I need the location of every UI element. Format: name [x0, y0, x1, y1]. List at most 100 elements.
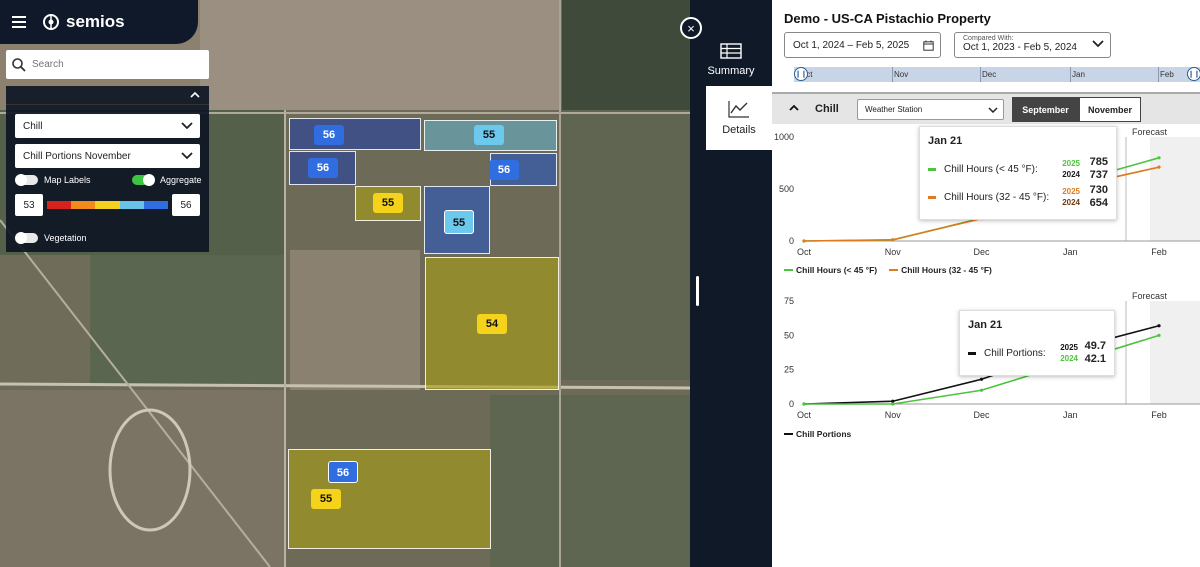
compare-label: Compared With:	[963, 35, 1014, 42]
legend-range: 53 56	[15, 193, 200, 217]
side-nav: × Summary Details	[680, 0, 772, 567]
sub-metric-select[interactable]: Chill Portions November	[15, 144, 200, 168]
tab-details[interactable]: Details	[706, 86, 772, 150]
tooltip-value: 49.7	[1084, 340, 1106, 352]
brand-logo[interactable]: semios	[42, 12, 125, 32]
aggregate-toggle[interactable]	[132, 174, 155, 186]
field-label[interactable]: 54	[477, 314, 507, 334]
timeline-scrubber[interactable]: Oct Nov Dec Jan Feb ❙❙ ❙❙	[794, 67, 1200, 82]
timeline-start-handle[interactable]: ❙❙	[794, 67, 808, 81]
chill-section-header: Chill Weather Station September November	[772, 92, 1200, 124]
legend-item[interactable]: Chill Portions	[784, 429, 851, 439]
field-label[interactable]: 56	[489, 160, 519, 180]
chevron-up-icon[interactable]	[189, 90, 201, 100]
legend-item[interactable]: Chill Hours (32 - 45 °F)	[889, 265, 992, 275]
timeline-tick	[980, 67, 981, 82]
range-min[interactable]: 53	[15, 194, 43, 216]
date-range-value: Oct 1, 2024 – Feb 5, 2025	[793, 39, 910, 51]
tooltip-date: Jan 21	[968, 319, 1003, 331]
field-label[interactable]: 55	[311, 489, 341, 509]
x-tick-label: Nov	[885, 247, 902, 256]
station-select-value: Weather Station	[865, 105, 923, 114]
series-swatch	[968, 351, 976, 355]
y-tick-label: 0	[789, 236, 794, 246]
scale-segment	[47, 201, 72, 209]
tooltip-year: 2024	[1060, 354, 1078, 363]
field-label[interactable]: 55	[444, 210, 474, 234]
tooltip-label: Chill Hours (< 45 °F):	[944, 163, 1038, 175]
field-label[interactable]: 56	[308, 158, 338, 178]
timeline-end-handle[interactable]: ❙❙	[1187, 67, 1200, 81]
data-point	[1157, 156, 1161, 160]
legend-item[interactable]: Chill Hours (< 45 °F)	[784, 265, 877, 275]
semios-logo-icon	[43, 14, 59, 30]
x-tick-label: Oct	[797, 410, 812, 420]
table-icon	[720, 43, 742, 59]
chill-hours-tooltip: Jan 21 Chill Hours (< 45 °F): 2025 2024 …	[919, 126, 1117, 220]
data-point	[891, 238, 895, 242]
x-tick-label: Oct	[797, 247, 812, 256]
property-title: Demo - US-CA Pistachio Property	[784, 11, 991, 26]
data-point	[891, 402, 895, 406]
chill-portions-chart: Forecast 0 25 50 75 Oct Nov Dec Jan Feb Jan 21 Ch…	[772, 290, 1200, 450]
date-range-picker[interactable]: Oct 1, 2024 – Feb 5, 2025	[784, 32, 941, 58]
vegetation-label: Vegetation	[44, 233, 87, 243]
timeline-month: Jan	[1072, 70, 1085, 79]
station-select[interactable]: Weather Station	[857, 99, 1004, 120]
y-tick-label: 25	[784, 365, 794, 375]
search-input[interactable]	[32, 59, 192, 70]
search-icon	[12, 57, 26, 72]
scale-segment	[71, 201, 96, 209]
data-point	[1157, 324, 1161, 328]
line-chart-icon	[728, 101, 749, 118]
map-view[interactable]: 56 55 56 56 55 55 54 56 55 semios Search…	[0, 0, 690, 567]
data-point	[1157, 333, 1161, 337]
chevron-down-icon	[181, 122, 193, 130]
data-point	[802, 239, 806, 243]
forecast-region	[1150, 301, 1200, 404]
x-tick-label: Feb	[1151, 410, 1167, 420]
brand-bar: semios	[0, 0, 198, 44]
metric-select[interactable]: Chill	[15, 114, 200, 138]
aggregate-toggle-row: Aggregate	[132, 174, 202, 186]
y-tick-label: 75	[784, 296, 794, 306]
forecast-label: Forecast	[1132, 291, 1168, 301]
x-tick-label: Dec	[973, 247, 990, 256]
map-labels-toggle[interactable]	[15, 174, 38, 186]
timeline-tick	[892, 67, 893, 82]
chevron-up-icon[interactable]	[788, 103, 800, 113]
menu-icon[interactable]	[12, 16, 26, 28]
field-label[interactable]: 56	[314, 125, 344, 145]
map-labels-label: Map Labels	[44, 175, 91, 185]
aggregate-label: Aggregate	[160, 175, 202, 185]
chevron-down-icon	[181, 152, 193, 160]
compare-range-select[interactable]: Compared With: Oct 1, 2023 - Feb 5, 2024	[954, 32, 1111, 58]
x-tick-label: Dec	[973, 410, 990, 420]
vegetation-toggle-row: Vegetation	[15, 232, 87, 244]
tab-summary-label: Summary	[707, 65, 755, 77]
x-tick-label: Jan	[1063, 247, 1078, 256]
tab-summary[interactable]: Summary	[690, 28, 772, 92]
field-label[interactable]: 56	[328, 461, 358, 483]
resize-handle[interactable]	[696, 276, 699, 306]
forecast-label: Forecast	[1132, 127, 1168, 137]
field-polygon[interactable]	[289, 118, 421, 150]
forecast-region	[1150, 137, 1200, 241]
search-box[interactable]	[6, 50, 209, 79]
tooltip-year: 2025	[1062, 187, 1080, 196]
field-label[interactable]: 55	[373, 193, 403, 213]
november-button[interactable]: November	[1079, 97, 1141, 122]
scale-segment	[119, 201, 144, 209]
field-label[interactable]: 55	[474, 125, 504, 145]
series-swatch	[928, 167, 936, 171]
tooltip-value: 42.1	[1084, 353, 1106, 365]
range-max[interactable]: 56	[172, 194, 200, 216]
legend-label: Chill Portions	[796, 429, 852, 439]
calendar-icon	[923, 40, 934, 51]
legend-label: Chill Hours (< 45 °F)	[796, 265, 878, 275]
september-button[interactable]: September	[1012, 97, 1079, 122]
series-swatch	[928, 195, 936, 199]
vegetation-toggle[interactable]	[15, 232, 38, 244]
timeline-tick	[1070, 67, 1071, 82]
tab-details-label: Details	[722, 124, 756, 136]
